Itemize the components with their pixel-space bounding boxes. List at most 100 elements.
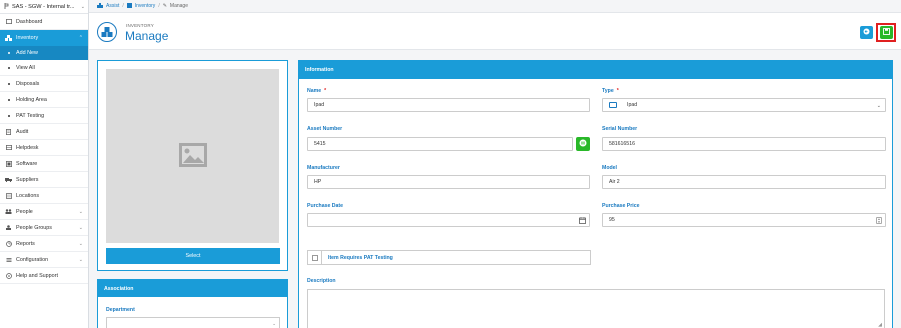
information-panel: Information Name * Ipad Type * Ipad ⌄ Asse… [298, 60, 893, 328]
serial-number-input[interactable]: 581616516 [602, 137, 886, 151]
purchase-price-label: Purchase Price [602, 203, 640, 209]
people-groups-icon [5, 224, 12, 231]
image-icon [178, 143, 207, 169]
helpdesk-icon [5, 144, 12, 151]
configuration-icon [5, 256, 12, 263]
sidebar-item-people[interactable]: People ⌄ [0, 204, 88, 220]
sidebar-item-disposals[interactable]: Disposals [0, 76, 88, 92]
association-heading: Association [98, 280, 287, 297]
breadcrumb-home[interactable]: Assist [106, 3, 119, 9]
sidebar-item-suppliers[interactable]: Suppliers [0, 172, 88, 188]
sidebar-item-pat-testing[interactable]: PAT Testing [0, 108, 88, 124]
bullet-icon [8, 82, 10, 85]
sidebar-item-label: View All [16, 64, 35, 71]
bullet-icon [8, 52, 10, 54]
bullet-icon [8, 114, 10, 117]
sidebar-item-configuration[interactable]: Configuration ⌄ [0, 252, 88, 268]
bullet-icon [8, 66, 10, 69]
resize-grip-icon[interactable]: ◢ [878, 322, 882, 328]
sidebar-item-label: Software [16, 160, 38, 167]
org-icon [4, 2, 9, 11]
sidebar-item-inventory[interactable]: Inventory ⌃ [0, 30, 88, 46]
type-select[interactable]: Ipad ⌄ [602, 98, 886, 112]
audit-icon [5, 128, 12, 135]
description-textarea[interactable]: ◢ [307, 289, 885, 328]
back-button[interactable] [860, 26, 873, 39]
purchase-price-input[interactable]: 95 ▲ ▼ [602, 213, 886, 227]
inventory-logo-icon [97, 22, 117, 42]
image-panel: Select [97, 60, 288, 271]
sidebar-item-add-new[interactable]: Add New [0, 46, 88, 60]
purchase-date-input[interactable] [307, 213, 590, 227]
select-image-button[interactable]: Select [106, 248, 280, 264]
manufacturer-input[interactable]: HP [307, 175, 590, 189]
sidebar-item-helpdesk[interactable]: Helpdesk [0, 140, 88, 156]
sidebar-item-software[interactable]: Software [0, 156, 88, 172]
sidebar-item-dashboard[interactable]: Dashboard [0, 14, 88, 30]
name-input[interactable]: Ipad [307, 98, 590, 112]
sidebar-item-label: Dashboard [16, 18, 43, 25]
sidebar-item-holding-area[interactable]: Holding Area [0, 92, 88, 108]
sidebar-item-label: Audit [16, 128, 29, 135]
sidebar-item-label: Add New [16, 50, 38, 56]
chevron-down-icon: ⌄ [78, 208, 83, 215]
description-label: Description [307, 278, 336, 284]
department-label: Department [106, 307, 135, 313]
pencil-icon: ✎ [162, 3, 167, 9]
generate-asset-number-button[interactable] [576, 137, 590, 151]
information-heading: Information [299, 61, 892, 79]
model-label: Model [602, 165, 617, 171]
breadcrumb: Assist / Inventory / ✎ Manage [89, 0, 901, 13]
sidebar-item-label: Configuration [16, 256, 49, 263]
inventory-icon [126, 2, 132, 10]
people-icon [5, 208, 12, 215]
number-spinner[interactable]: ▲ ▼ [876, 217, 882, 224]
dashboard-icon [5, 18, 12, 25]
sidebar-item-help[interactable]: Help and Support [0, 268, 88, 284]
suppliers-icon [5, 176, 12, 183]
sidebar-item-view-all[interactable]: View All [0, 60, 88, 76]
calendar-icon[interactable] [579, 217, 586, 226]
sidebar-item-label: PAT Testing [16, 112, 45, 119]
sidebar-item-locations[interactable]: Locations [0, 188, 88, 204]
sidebar-item-reports[interactable]: Reports ⌄ [0, 236, 88, 252]
pat-testing-checkbox-row[interactable]: Item Requires PAT Testing [307, 250, 591, 265]
save-button[interactable] [879, 26, 893, 39]
tablet-icon [609, 102, 617, 108]
chevron-down-icon: ⌄ [78, 224, 83, 231]
chevron-down-icon: ⌄ [876, 103, 881, 109]
reports-icon [5, 240, 12, 247]
serial-number-label: Serial Number [602, 126, 638, 132]
home-icon [97, 2, 103, 10]
chevron-down-icon: ⌄ [78, 256, 83, 263]
sidebar-item-label: Suppliers [16, 176, 39, 183]
type-label: Type * [602, 88, 619, 94]
help-icon [5, 272, 12, 279]
department-select[interactable]: ⌄ [106, 317, 280, 328]
pat-testing-label: Item Requires PAT Testing [328, 254, 393, 261]
sidebar: SAS - SGW - Internal tr... ⌄ Dashboard I… [0, 0, 89, 328]
sidebar-item-people-groups[interactable]: People Groups ⌄ [0, 220, 88, 236]
breadcrumb-inventory[interactable]: Inventory [135, 3, 156, 9]
required-marker: * [324, 88, 327, 94]
page-header: INVENTORY Manage [89, 13, 901, 50]
org-switcher[interactable]: SAS - SGW - Internal tr... ⌄ [0, 0, 88, 14]
chevron-up-icon: ⌃ [78, 35, 83, 41]
page-subtitle: INVENTORY [126, 23, 154, 28]
sidebar-item-label: Holding Area [16, 96, 47, 103]
sidebar-item-label: Helpdesk [16, 144, 39, 151]
sidebar-item-label: Inventory [16, 35, 39, 41]
asset-number-label: Asset Number [307, 126, 343, 132]
model-input[interactable]: Air 2 [602, 175, 886, 189]
back-arrow-icon [863, 28, 870, 37]
required-marker: * [616, 88, 619, 94]
purchase-date-label: Purchase Date [307, 203, 344, 209]
save-button-highlight [876, 23, 896, 42]
breadcrumb-separator: / [158, 3, 160, 9]
bullet-icon [8, 98, 10, 101]
sidebar-item-audit[interactable]: Audit [0, 124, 88, 140]
asset-number-input[interactable]: 5415 [307, 137, 573, 151]
save-icon [882, 28, 890, 37]
pat-testing-checkbox[interactable] [308, 251, 322, 264]
sidebar-item-label: Locations [16, 192, 40, 199]
